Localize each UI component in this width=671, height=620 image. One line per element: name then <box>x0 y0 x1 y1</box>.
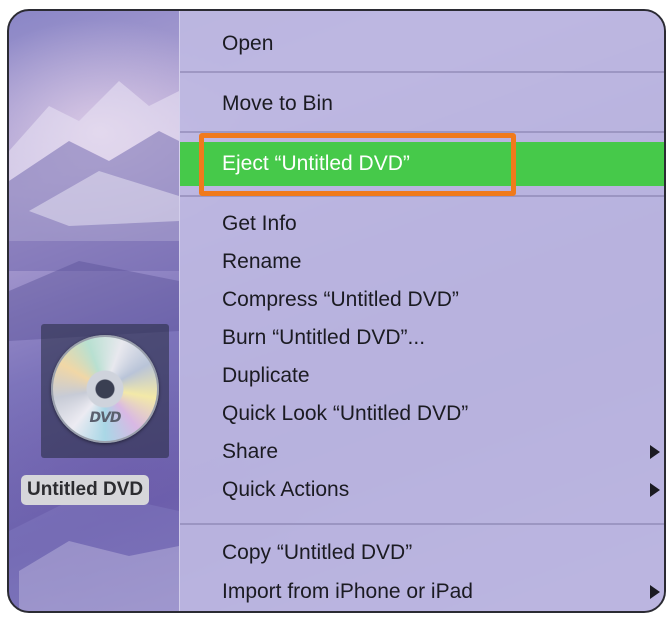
submenu-arrow-icon <box>650 445 660 459</box>
menu-item-open[interactable]: Open <box>180 26 664 62</box>
submenu-arrow-icon <box>650 585 660 599</box>
menu-item-move-to-bin[interactable]: Move to Bin <box>180 86 664 122</box>
menu-item-import-from-iphone[interactable]: Import from iPhone or iPad <box>180 574 664 610</box>
menu-item-duplicate[interactable]: Duplicate <box>180 358 664 394</box>
dvd-label[interactable]: Untitled DVD <box>21 475 150 505</box>
menu-item-compress[interactable]: Compress “Untitled DVD” <box>180 282 664 318</box>
menu-item-quick-actions[interactable]: Quick Actions <box>180 472 664 508</box>
screenshot-frame: DVD Untitled DVD Open Move to Bin Eject … <box>7 9 666 613</box>
menu-item-quick-actions-label: Quick Actions <box>222 478 350 501</box>
menu-item-share[interactable]: Share <box>180 434 664 470</box>
menu-item-burn[interactable]: Burn “Untitled DVD”... <box>180 320 664 356</box>
menu-item-get-info[interactable]: Get Info <box>180 206 664 242</box>
menu-item-copy[interactable]: Copy “Untitled DVD” <box>180 535 664 571</box>
annotation-highlight-box <box>199 133 516 196</box>
menu-separator <box>180 523 664 525</box>
context-menu: Open Move to Bin Eject “Untitled DVD” Ge… <box>179 11 664 611</box>
disc-icon <box>51 335 159 443</box>
menu-item-quick-look[interactable]: Quick Look “Untitled DVD” <box>180 396 664 432</box>
menu-item-share-label: Share <box>222 440 279 463</box>
menu-item-import-label: Import from iPhone or iPad <box>222 580 473 603</box>
menu-separator <box>180 71 664 73</box>
dvd-desktop-icon[interactable]: DVD <box>41 324 169 458</box>
menu-item-rename[interactable]: Rename <box>180 244 664 280</box>
dvd-logo: DVD <box>89 410 121 426</box>
submenu-arrow-icon <box>650 483 660 497</box>
